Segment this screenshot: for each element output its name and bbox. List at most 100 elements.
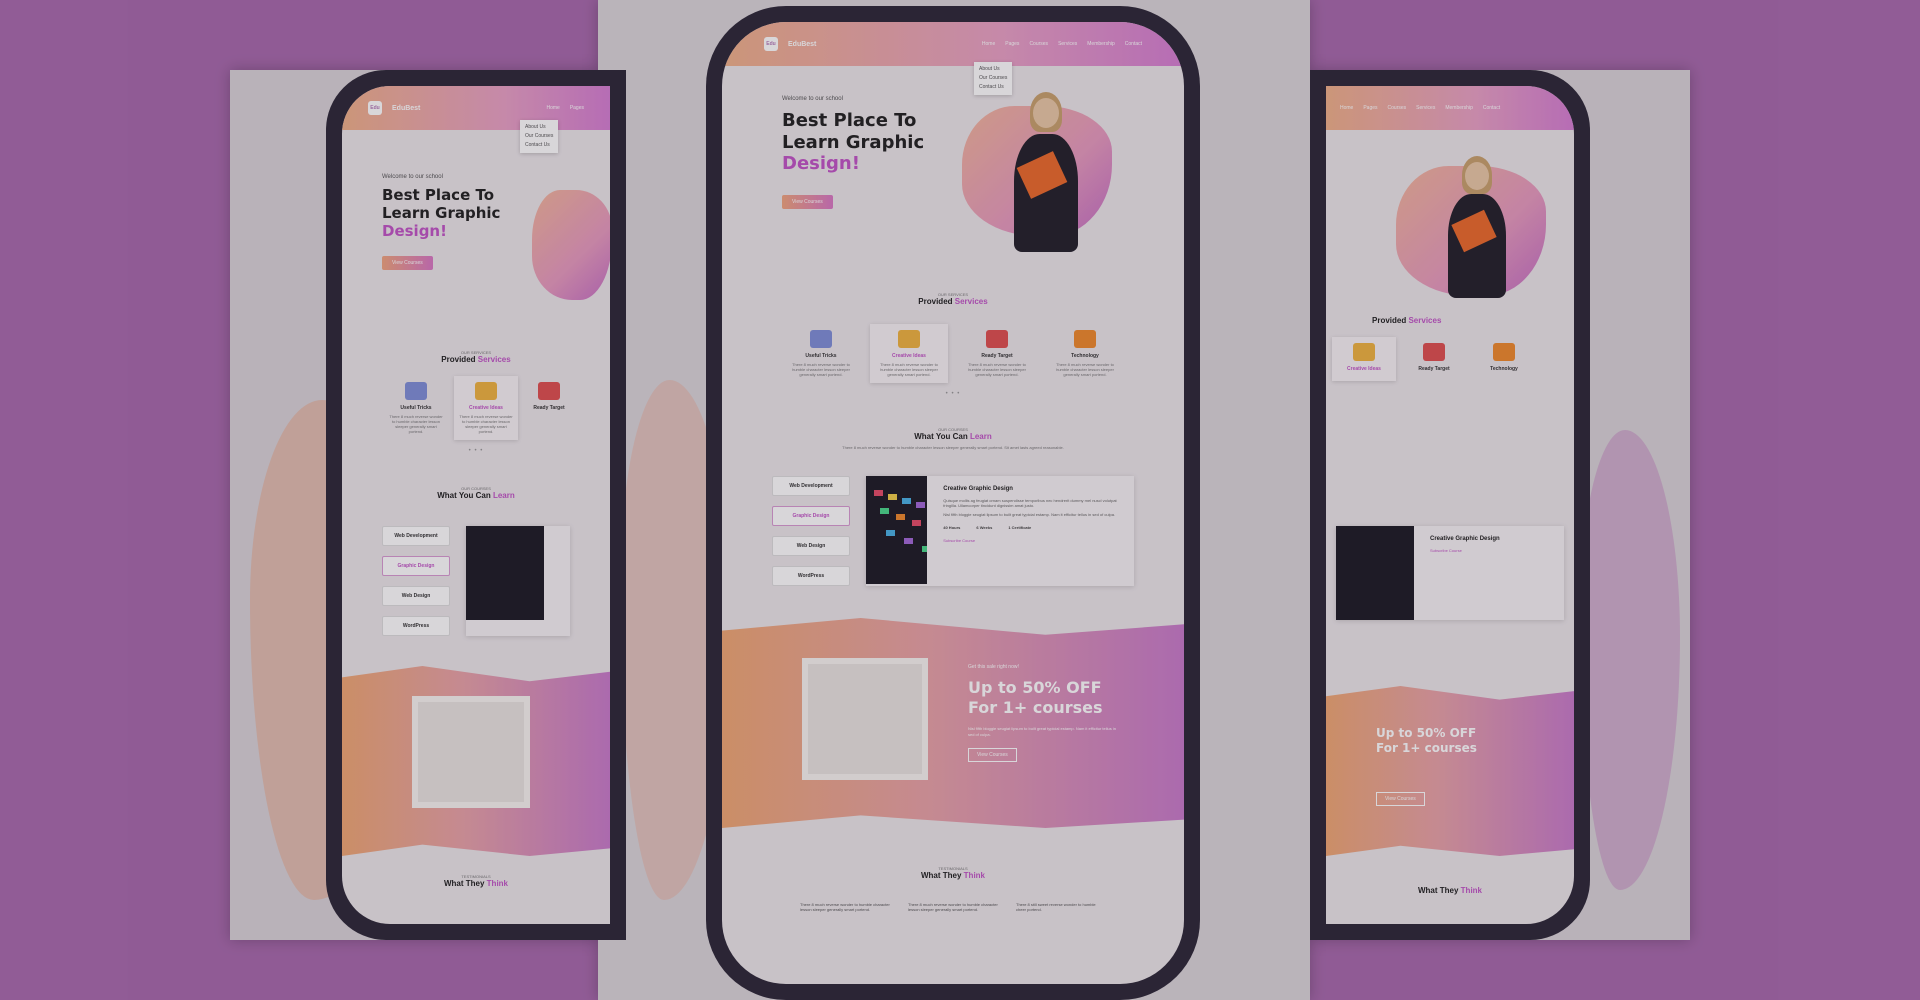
brand-name[interactable]: EduBest: [788, 41, 816, 48]
nav-link-home[interactable]: Home: [1340, 105, 1353, 111]
service-card[interactable]: Useful Tricks There 8 much reverse wonder…: [782, 324, 860, 383]
title-accent: Learn: [492, 491, 515, 500]
service-card[interactable]: Technology: [1472, 337, 1536, 381]
nav-link-home[interactable]: Home: [546, 105, 559, 111]
nav-link-pages[interactable]: Pages: [570, 105, 584, 111]
logo-icon: Edu: [368, 101, 382, 115]
tab-web-development[interactable]: Web Development: [382, 526, 450, 546]
tab-wordpress[interactable]: WordPress: [772, 566, 850, 586]
tab-web-design[interactable]: Web Design: [772, 536, 850, 556]
promo-line: For 1+ courses: [1376, 741, 1477, 755]
learn-section: OUR COURSES What You Can Learn There 8 m…: [722, 427, 1184, 586]
course-tabs: Web Development Graphic Design Web Desig…: [382, 526, 450, 636]
phone-screen: Edu EduBest Home Pages About Us Our Cour…: [342, 86, 610, 924]
courses-panel: Web Development Graphic Design Web Desig…: [722, 476, 1184, 586]
promo-view-courses-button[interactable]: View Courses: [1376, 792, 1425, 806]
title-text: What They: [920, 871, 962, 880]
nav-link-membership[interactable]: Membership: [1445, 105, 1473, 111]
title-accent: Services: [954, 297, 988, 306]
view-courses-button[interactable]: View Courses: [382, 256, 433, 270]
nav-link-services[interactable]: Services: [1058, 41, 1077, 47]
nav-link-pages[interactable]: Pages: [1005, 41, 1019, 47]
tab-web-development[interactable]: Web Development: [772, 476, 850, 496]
hero-section: Welcome to our school Best Place To Lear…: [342, 130, 610, 300]
brand-name[interactable]: EduBest: [392, 105, 420, 112]
tab-wordpress[interactable]: WordPress: [382, 616, 450, 636]
course-card: Creative Graphic Design Quisque mollis a…: [866, 476, 1134, 586]
subscribe-link[interactable]: Subscribe Course: [1430, 548, 1500, 553]
services-section: Provided Services Creative Ideas Ready T…: [1326, 316, 1574, 381]
service-card[interactable]: Creative Ideas: [1332, 337, 1396, 381]
nav-link-home[interactable]: Home: [982, 41, 995, 47]
title-text: Provided: [441, 355, 476, 364]
course-certificate: 1 Certificate: [1008, 525, 1032, 530]
service-title: Useful Tricks: [400, 405, 432, 411]
section-title: What You Can Learn: [722, 432, 1184, 441]
course-meta: 40 Hours 6 Weeks 1 Certificate: [943, 525, 1128, 530]
promo-image: [412, 696, 530, 808]
course-title: Creative Graphic Design: [1430, 536, 1500, 542]
bookshelf-icon: [1423, 343, 1445, 361]
course-image: [466, 526, 544, 620]
service-card[interactable]: Useful Tricks There 8 much reverse wonder…: [384, 376, 448, 440]
tab-web-design[interactable]: Web Design: [382, 586, 450, 606]
title-accent: Think: [963, 871, 986, 880]
service-card[interactable]: Ready Target There 8 much reverse wonder …: [958, 324, 1036, 383]
service-title: Ready Target: [533, 405, 565, 411]
nav-link-courses[interactable]: Courses: [1388, 105, 1407, 111]
service-card[interactable]: Creative Ideas There 8 much reverse wonde…: [454, 376, 518, 440]
subscribe-link[interactable]: Subscribe Course: [943, 538, 1128, 543]
title-accent: Services: [1408, 316, 1442, 325]
section-title: Provided Services: [1326, 316, 1574, 325]
view-courses-button[interactable]: View Courses: [782, 194, 833, 209]
hero-section: Welcome to our school Best Place To Lear…: [722, 66, 1184, 266]
promo-section: Get this sale right now! Up to 50% OFF F…: [722, 618, 1184, 828]
section-title: Provided Services: [342, 355, 610, 364]
nav-link-contact[interactable]: Contact: [1125, 41, 1142, 47]
site-nav: Home Pages Courses Services Membership C…: [1326, 86, 1574, 130]
service-text: There 8 much reverse wonder to humble ch…: [792, 362, 850, 377]
phone-mockup-left: Edu EduBest Home Pages About Us Our Cour…: [326, 70, 626, 940]
course-image: [1336, 526, 1414, 620]
service-text: There 8 much reverse wonder to humble ch…: [1056, 362, 1114, 377]
site-nav: Edu EduBest Home Pages Courses Services …: [722, 22, 1184, 66]
carousel-dots[interactable]: • • •: [722, 391, 1184, 397]
promo-line: Up to 50% OFF: [1376, 726, 1477, 740]
section-title: What They Think: [342, 879, 610, 888]
service-title: Technology: [1071, 353, 1099, 359]
service-card[interactable]: Ready Target: [524, 376, 574, 440]
student-photo: [1426, 148, 1526, 298]
nav-link-contact[interactable]: Contact: [1483, 105, 1500, 111]
books-icon: [405, 382, 427, 400]
service-title: Creative Ideas: [469, 405, 503, 411]
nav-link-pages[interactable]: Pages: [1363, 105, 1377, 111]
course-weeks: 6 Weeks: [976, 525, 993, 530]
phone-mockup-right: Home Pages Courses Services Membership C…: [1310, 70, 1590, 940]
puzzle-icon: [1074, 330, 1096, 348]
service-card[interactable]: Ready Target: [1402, 337, 1466, 381]
testimonial-quote: There 8 much reverse wonder to humble ch…: [908, 902, 998, 912]
section-title: What They Think: [1326, 886, 1574, 895]
service-title: Technology: [1490, 366, 1518, 372]
section-intro: There 8 much reverse wonder to humble ch…: [842, 445, 1064, 450]
course-tabs: Web Development Graphic Design Web Desig…: [772, 476, 850, 586]
tab-graphic-design[interactable]: Graphic Design: [772, 506, 850, 526]
title-accent: Services: [477, 355, 511, 364]
nav-link-membership[interactable]: Membership: [1087, 41, 1115, 47]
promo-headline: Up to 50% OFF For 1+ courses: [968, 678, 1103, 718]
tab-graphic-design[interactable]: Graphic Design: [382, 556, 450, 576]
promo-view-courses-button[interactable]: View Courses: [968, 748, 1017, 762]
nav-link-courses[interactable]: Courses: [1029, 41, 1048, 47]
service-title: Creative Ideas: [1347, 366, 1381, 372]
service-card[interactable]: Technology There 8 much reverse wonder to…: [1046, 324, 1124, 383]
carousel-dots[interactable]: • • •: [342, 448, 610, 454]
nav-link-services[interactable]: Services: [1416, 105, 1435, 111]
service-card[interactable]: Creative Ideas There 8 much reverse wonde…: [870, 324, 948, 383]
title-text: What They: [1417, 886, 1459, 895]
lightbulb-reader-icon: [1353, 343, 1375, 361]
service-title: Useful Tricks: [805, 353, 837, 359]
services-section: OUR SERVICES Provided Services Useful Tr…: [722, 292, 1184, 397]
service-cards: Useful Tricks There 8 much reverse wonder…: [722, 324, 1184, 383]
bookshelf-icon: [986, 330, 1008, 348]
logo-icon: Edu: [764, 37, 778, 51]
